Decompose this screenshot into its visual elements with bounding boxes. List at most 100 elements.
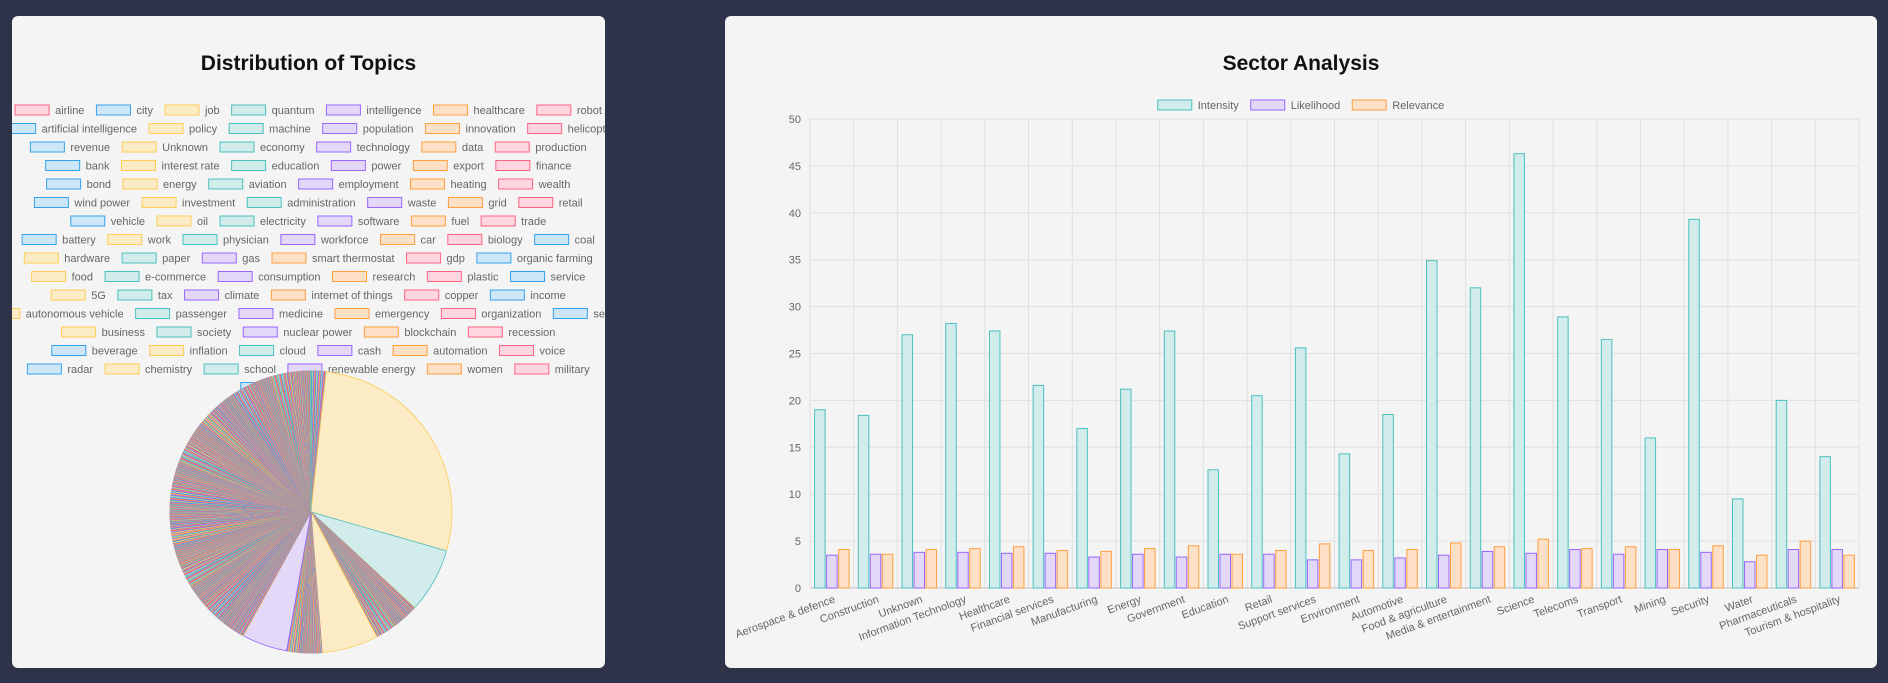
legend-label: organization xyxy=(481,309,541,321)
legend-label: internet of things xyxy=(311,290,393,302)
legend-label: society xyxy=(197,327,232,339)
legend-label: grid xyxy=(488,198,506,210)
legend-label: job xyxy=(204,105,220,117)
legend-swatch xyxy=(26,363,62,375)
legend-label: software xyxy=(358,216,400,228)
legend-swatch xyxy=(23,252,59,264)
legend-label: city xyxy=(136,105,153,117)
legend-swatch xyxy=(322,123,358,134)
y-tick-label: 15 xyxy=(789,442,801,454)
bar-intensity xyxy=(1775,399,1788,589)
legend-label: education xyxy=(272,161,320,173)
legend-label: fuel xyxy=(451,216,469,228)
legend-label: work xyxy=(147,235,172,247)
bar-relevance xyxy=(1581,548,1593,589)
legend-swatch xyxy=(334,308,370,319)
legend-label-relevance: Relevance xyxy=(1392,100,1444,112)
legend-swatch xyxy=(410,215,446,227)
y-tick-label: 30 xyxy=(789,302,801,314)
legend-label: quantum xyxy=(272,105,315,117)
legend-swatch xyxy=(518,197,554,208)
legend-swatch xyxy=(156,326,192,338)
legend-swatch xyxy=(317,215,353,227)
legend-swatch xyxy=(498,178,534,190)
legend-label: revenue xyxy=(70,142,110,154)
legend-label: power xyxy=(371,161,401,173)
bar-relevance xyxy=(1187,545,1200,589)
legend-swatch xyxy=(203,363,239,375)
legend-swatch xyxy=(510,271,546,282)
legend-swatch xyxy=(406,252,442,264)
topics-pie-chart: airline city job quantum intelligence healthc… xyxy=(12,104,605,654)
legend-swatch xyxy=(219,141,255,153)
bar-relevance xyxy=(925,549,938,589)
legend-label: artificial intelligence xyxy=(42,124,137,136)
legend-swatch xyxy=(121,252,157,264)
bar-likelihood xyxy=(1175,556,1188,589)
bar-intensity xyxy=(1382,413,1394,589)
bar-relevance xyxy=(1799,540,1812,589)
legend-label: research xyxy=(373,272,416,284)
legend-label: robot xyxy=(577,105,602,117)
legend-swatch xyxy=(330,160,366,171)
bar-relevance xyxy=(1012,546,1025,589)
legend-swatch-intensity xyxy=(1157,99,1193,111)
sector-bar-chart: 05101520253035404550Aerospace & defenceC… xyxy=(734,99,1860,644)
bar-likelihood xyxy=(1831,549,1843,589)
legend-label: security xyxy=(593,309,605,321)
legend-swatch xyxy=(219,215,255,227)
legend-label: export xyxy=(453,161,484,173)
legend-swatch xyxy=(499,345,535,356)
legend-label: beverage xyxy=(92,346,138,358)
bar-relevance xyxy=(969,548,981,589)
y-tick-label: 20 xyxy=(789,395,801,407)
bar-intensity xyxy=(1338,453,1351,589)
legend-label: consumption xyxy=(258,272,320,284)
bar-intensity xyxy=(1426,260,1438,589)
legend-label: healthcare xyxy=(473,105,524,117)
bar-relevance xyxy=(1362,549,1375,589)
legend-swatch xyxy=(104,363,140,375)
bar-relevance xyxy=(881,553,894,589)
legend-label: employment xyxy=(339,179,399,191)
legend-swatch xyxy=(367,197,403,208)
legend-swatch xyxy=(184,289,220,301)
legend-swatch xyxy=(12,123,37,134)
legend-label: recession xyxy=(508,327,555,339)
legend-swatch xyxy=(46,178,82,190)
legend-label: business xyxy=(102,327,146,339)
legend-label: income xyxy=(530,290,565,302)
legend-label: energy xyxy=(163,179,197,191)
bar-intensity xyxy=(1688,218,1700,589)
legend-label: production xyxy=(535,142,586,154)
legend-swatch xyxy=(392,345,428,356)
legend-swatch xyxy=(228,123,264,134)
legend-swatch xyxy=(29,141,65,153)
legend-swatch-likelihood xyxy=(1250,99,1286,111)
legend-label: plastic xyxy=(467,272,499,284)
x-tick-label: Mining xyxy=(1633,594,1668,616)
y-tick-label: 5 xyxy=(795,536,801,548)
legend-swatch xyxy=(440,308,476,319)
bar-relevance xyxy=(1493,546,1506,589)
legend-label: vehicle xyxy=(111,216,145,228)
bar-likelihood xyxy=(826,554,838,589)
bar-likelihood xyxy=(1438,554,1450,589)
legend-swatch xyxy=(239,345,275,356)
legend-label: radar xyxy=(67,364,93,376)
legend-label: interest rate xyxy=(162,161,220,173)
legend-label: car xyxy=(421,235,437,247)
x-tick-label: Transport xyxy=(1576,594,1624,621)
legend-label: tax xyxy=(158,290,173,302)
legend-label: retail xyxy=(559,198,583,210)
legend-label: workforce xyxy=(320,235,369,247)
legend-label: service xyxy=(551,272,586,284)
topics-card: Distribution of Topics airline city job qua… xyxy=(12,16,605,668)
legend-swatch xyxy=(201,252,237,264)
legend-label: airline xyxy=(55,105,84,117)
legend-label: electricity xyxy=(260,216,306,228)
legend-swatch xyxy=(447,234,483,245)
legend-swatch xyxy=(122,178,158,190)
legend-swatch xyxy=(317,345,353,356)
bar-likelihood xyxy=(1481,550,1494,589)
